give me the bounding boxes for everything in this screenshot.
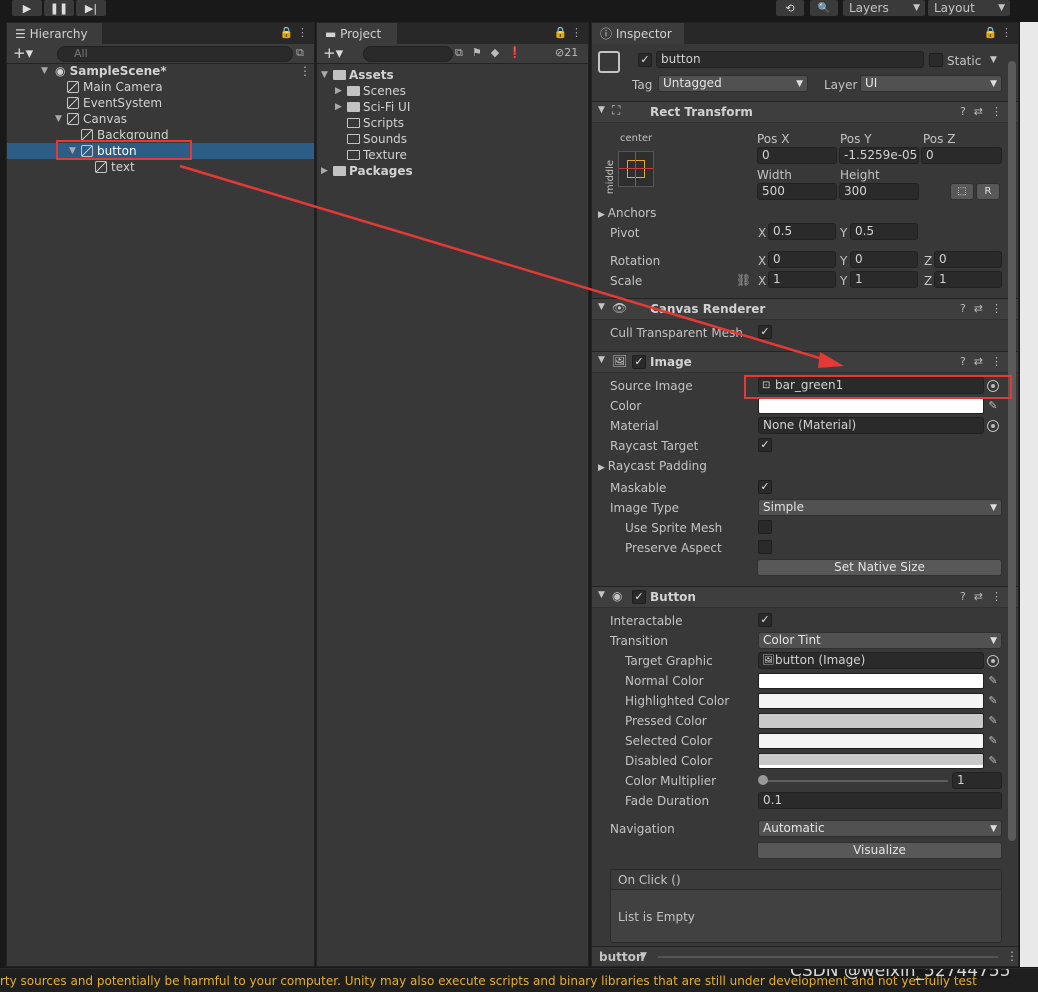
annotation-arrow bbox=[179, 164, 844, 368]
status-bar: rty sources and potentially be harmful t… bbox=[0, 968, 1038, 992]
csdn-watermark: CSDN @weixin_52744755 bbox=[790, 969, 1011, 980]
annotation-arrow-head bbox=[818, 352, 844, 368]
annotation-arrow-line bbox=[179, 164, 827, 362]
